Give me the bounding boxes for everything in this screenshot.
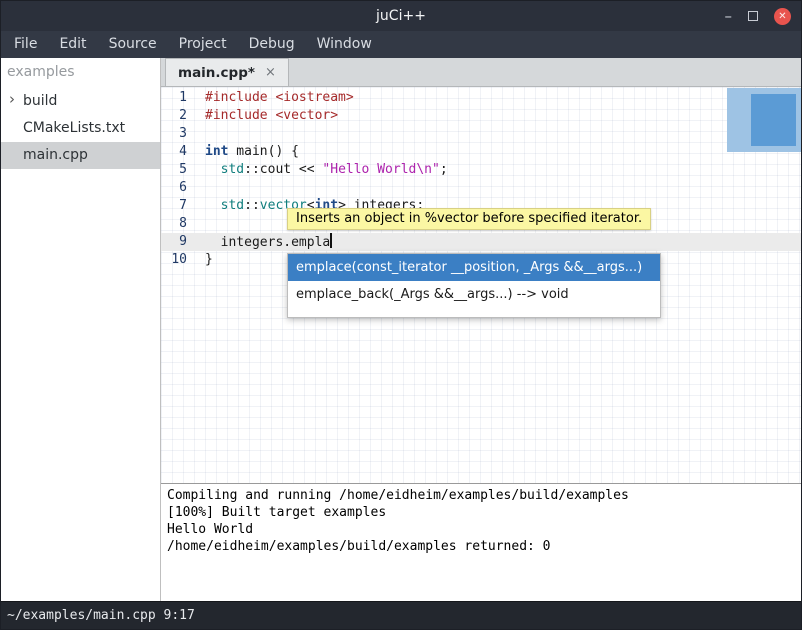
token: std	[221, 162, 244, 177]
code-line: 9 integers.empla	[161, 233, 801, 251]
terminal-line: Compiling and running /home/eidheim/exam…	[167, 487, 795, 504]
title-bar[interactable]: juCi++ – ✕	[1, 1, 801, 31]
menu-item-debug[interactable]: Debug	[238, 31, 306, 58]
line-number: 9	[161, 233, 197, 251]
code-text: #include <iostream>	[205, 89, 354, 107]
menu-item-edit[interactable]: Edit	[48, 31, 97, 58]
code-text: integers.empla	[205, 233, 332, 251]
terminal-line: Hello World	[167, 521, 795, 538]
completion-item[interactable]: emplace(const_iterator __position, _Args…	[288, 254, 660, 281]
restore-button[interactable]	[748, 11, 758, 21]
code-text: }	[205, 251, 213, 269]
close-button[interactable]: ✕	[774, 8, 791, 25]
menu-item-window[interactable]: Window	[306, 31, 383, 58]
completion-item[interactable]: emplace_back(_Args &&__args...) --> void	[288, 281, 660, 308]
code-line: 3	[161, 125, 801, 143]
token: ::	[244, 198, 260, 213]
status-file-position: ~/examples/main.cpp 9:17	[7, 608, 195, 623]
line-number: 3	[161, 125, 197, 143]
doc-tooltip: Inserts an object in %vector before spec…	[287, 208, 651, 230]
menu-item-file[interactable]: File	[3, 31, 48, 58]
code-text: #include <vector>	[205, 107, 338, 125]
token: }	[205, 252, 213, 267]
status-bar: ~/examples/main.cpp 9:17	[1, 601, 801, 629]
main-area: examples › build CMakeLists.txt main.cpp ma…	[1, 58, 801, 601]
token: int	[205, 144, 228, 159]
token	[205, 162, 221, 177]
line-number: 6	[161, 179, 197, 197]
code-text: std::cout << "Hello World\n";	[205, 161, 448, 179]
token: ;	[440, 162, 448, 177]
code-line: 6	[161, 179, 801, 197]
line-number: 2	[161, 107, 197, 125]
sidebar-item-label: CMakeLists.txt	[23, 120, 125, 136]
scrollbar-thumb[interactable]	[751, 94, 796, 146]
menu-bar: FileEditSourceProjectDebugWindow	[1, 31, 801, 58]
line-number: 8	[161, 215, 197, 233]
code-line: 1 #include <iostream>	[161, 89, 801, 107]
window-title: juCi++	[376, 8, 426, 24]
minimize-button[interactable]: –	[725, 11, 733, 21]
token: integers.empla	[205, 235, 330, 250]
scrollbar-track[interactable]	[727, 88, 801, 152]
sidebar-item-label: main.cpp	[23, 147, 88, 163]
line-number: 1	[161, 89, 197, 107]
sidebar-item-build[interactable]: › build	[1, 88, 160, 115]
token: #include <iostream>	[205, 90, 354, 105]
file-tree: › build CMakeLists.txt main.cpp	[1, 88, 160, 169]
code-editor[interactable]: 1 #include <iostream> 2 #include <vector> 34…	[161, 87, 801, 483]
file-tree-sidebar: examples › build CMakeLists.txt main.cpp	[1, 58, 161, 601]
terminal-line: /home/eidheim/examples/build/examples re…	[167, 538, 795, 555]
menu-item-source[interactable]: Source	[98, 31, 168, 58]
editor-column: main.cpp* × 1 #include <iostream> 2 #includ…	[161, 58, 801, 601]
terminal-output[interactable]: Compiling and running /home/eidheim/exam…	[161, 483, 801, 601]
project-name: examples	[1, 58, 160, 88]
token: main() {	[228, 144, 298, 159]
chevron-right-icon: ›	[9, 91, 15, 108]
text-cursor	[330, 233, 332, 248]
autocomplete-popup: emplace(const_iterator __position, _Args…	[287, 253, 661, 318]
line-number: 10	[161, 251, 197, 269]
token: "Hello World\n"	[322, 162, 439, 177]
tab-label: main.cpp*	[178, 65, 255, 81]
sidebar-item-label: build	[23, 93, 57, 109]
token	[205, 198, 221, 213]
code-line: 4 int main() {	[161, 143, 801, 161]
app-window: juCi++ – ✕ FileEditSourceProjectDebugWin…	[0, 0, 802, 630]
window-controls: – ✕	[725, 1, 792, 31]
line-number: 7	[161, 197, 197, 215]
token: #include <vector>	[205, 108, 338, 123]
sidebar-item-cmakelists-txt[interactable]: CMakeLists.txt	[1, 115, 160, 142]
code-lines: 1 #include <iostream> 2 #include <vector> 34…	[161, 89, 801, 269]
line-number: 4	[161, 143, 197, 161]
token: std	[221, 198, 244, 213]
code-line: 5 std::cout << "Hello World\n";	[161, 161, 801, 179]
sidebar-item-main-cpp[interactable]: main.cpp	[1, 142, 160, 169]
terminal-line: [100%] Built target examples	[167, 504, 795, 521]
token: ::cout <<	[244, 162, 322, 177]
code-text: int main() {	[205, 143, 299, 161]
line-number: 5	[161, 161, 197, 179]
code-line: 2 #include <vector>	[161, 107, 801, 125]
tab-bar: main.cpp* ×	[161, 58, 801, 87]
tab-close-icon[interactable]: ×	[265, 65, 276, 80]
tab-main-cpp[interactable]: main.cpp* ×	[165, 58, 289, 86]
menu-item-project[interactable]: Project	[168, 31, 238, 58]
